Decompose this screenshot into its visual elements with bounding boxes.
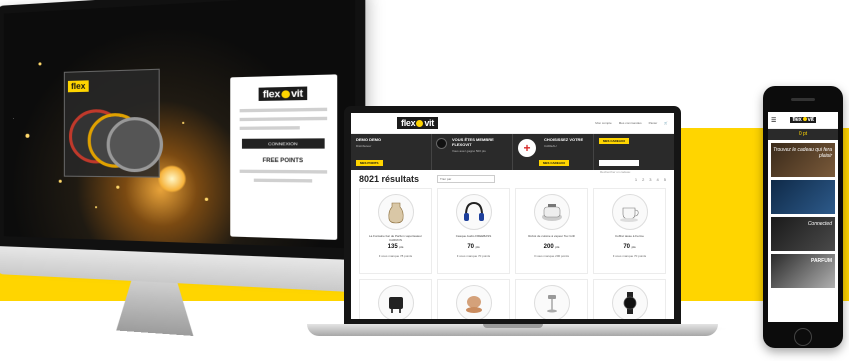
header-link-orders[interactable]: Mes commandes <box>619 121 642 125</box>
vase-icon <box>377 194 414 230</box>
page-link[interactable]: 3 <box>649 177 651 182</box>
spark <box>116 185 120 189</box>
mobile-logo[interactable]: flex vit <box>790 117 816 123</box>
laptop-screen: flex vit Mon compte Mes commandes Panier … <box>351 113 674 319</box>
login-button[interactable]: CONNEXION <box>241 138 325 149</box>
panel-text-line <box>239 126 300 130</box>
gift-search-input[interactable]: Rechercher un cadeau <box>599 160 639 174</box>
spark <box>38 62 42 66</box>
promo-card: flex <box>63 68 164 178</box>
watch-icon <box>611 285 648 319</box>
results-count: 8021 résultats <box>359 174 420 184</box>
spark <box>95 206 98 209</box>
sort-select[interactable]: Trier par <box>437 175 496 183</box>
product-card[interactable]: La Fontaine bar de Parfum vaporisateur C… <box>359 188 432 274</box>
page-link[interactable]: 4 <box>657 177 659 182</box>
my-points-button[interactable]: MES POINTS <box>356 160 383 166</box>
flap-disc-icon <box>106 116 164 173</box>
spark <box>58 179 62 183</box>
product-card[interactable] <box>593 279 666 319</box>
page-link[interactable]: 2 <box>642 177 644 182</box>
banner-member: VOUS ÊTES MEMBRE FLEXOVIT Vous avez gagn… <box>432 134 513 170</box>
monitor-stand <box>116 280 193 336</box>
home-button[interactable] <box>794 328 812 346</box>
promo-brand-badge: flex <box>67 80 89 93</box>
gift-button[interactable]: MES CADEAUX <box>539 160 570 166</box>
banner-user: DEMO DEMO Distributeur MES POINTS <box>351 134 432 170</box>
panel-text-line <box>253 178 313 183</box>
account-banner: DEMO DEMO Distributeur MES POINTS VOUS Ê… <box>351 134 674 174</box>
mobile-promo-tile[interactable] <box>771 180 835 214</box>
mobile-promo-tile[interactable]: Connected <box>771 217 835 251</box>
site-header: flex vit Mon compte Mes commandes Panier … <box>351 113 674 134</box>
mobile-promo-tile[interactable]: PARFUM <box>771 254 835 288</box>
product-card[interactable] <box>359 279 432 319</box>
page-link[interactable]: 1 <box>635 177 637 182</box>
pagination: 1 2 3 4 5 <box>635 177 666 182</box>
product-card[interactable]: Casque Audio FREEBASS 70 pts Il vous man… <box>437 188 510 274</box>
site-logo[interactable]: flex vit <box>397 117 438 129</box>
page-link[interactable]: 5 <box>664 177 666 182</box>
monitor-screen: flex flex vit CONNEXION FREE POINTS <box>3 0 356 249</box>
product-card[interactable]: Coffret tasse à Ferme 70 pts Il vous man… <box>593 188 666 274</box>
cup-icon <box>611 194 648 230</box>
desktop-monitor: flex flex vit CONNEXION FREE POINTS <box>0 0 378 321</box>
my-gifts-button[interactable]: MES CADEAUX <box>599 138 630 144</box>
smartphone: ☰ flex vit 0 pt Trouvez le cadeau qui fer… <box>763 86 843 348</box>
waffle-maker-icon <box>377 285 414 319</box>
laptop-notch <box>483 324 543 328</box>
plus-cross-icon: + <box>518 139 536 157</box>
mobile-header: ☰ flex vit <box>768 112 838 129</box>
mobile-points-bar: 0 pt <box>768 129 838 140</box>
login-panel: flex vit CONNEXION FREE POINTS <box>230 74 338 240</box>
spark <box>25 133 30 138</box>
panel-text-line <box>239 169 328 174</box>
menu-icon[interactable]: ☰ <box>771 117 776 124</box>
lamp-icon <box>533 285 570 319</box>
spark-burst <box>157 164 187 194</box>
panel-logo: flex vit <box>258 86 308 101</box>
spark <box>204 197 209 201</box>
cookware-icon <box>455 285 492 319</box>
phone-screen: ☰ flex vit 0 pt Trouvez le cadeau qui fer… <box>768 112 838 322</box>
product-card[interactable] <box>515 279 588 319</box>
monitor-bezel: flex flex vit CONNEXION FREE POINTS <box>0 0 366 272</box>
mobile-promo-tile[interactable]: Trouvez le cadeau qui fera plaisir <box>771 143 835 177</box>
free-points-label: FREE POINTS <box>262 157 304 165</box>
banner-search: MES CADEAUX Rechercher un cadeau <box>594 134 674 174</box>
product-card[interactable]: Robot de cuisine à vapeur Tex Grill 200 … <box>515 188 588 274</box>
headphones-icon <box>455 194 492 230</box>
member-avatar <box>436 138 447 149</box>
header-link-cart[interactable]: Panier <box>649 121 658 125</box>
header-link-account[interactable]: Mon compte <box>595 121 612 125</box>
header-links: Mon compte Mes commandes Panier 🛒 <box>595 121 668 125</box>
spark <box>182 121 185 124</box>
cart-icon[interactable]: 🛒 <box>664 121 668 125</box>
steam-cooker-icon <box>533 194 570 230</box>
product-grid: La Fontaine bar de Parfum vaporisateur C… <box>351 188 674 319</box>
product-card[interactable] <box>437 279 510 319</box>
laptop: flex vit Mon compte Mes commandes Panier … <box>344 106 681 324</box>
panel-text-line <box>239 116 328 122</box>
panel-text-line <box>239 107 328 113</box>
phone-speaker <box>791 98 815 101</box>
banner-gift: + CHOISISSEZ VOTRE CADEAU MES CADEAUX <box>513 134 594 170</box>
